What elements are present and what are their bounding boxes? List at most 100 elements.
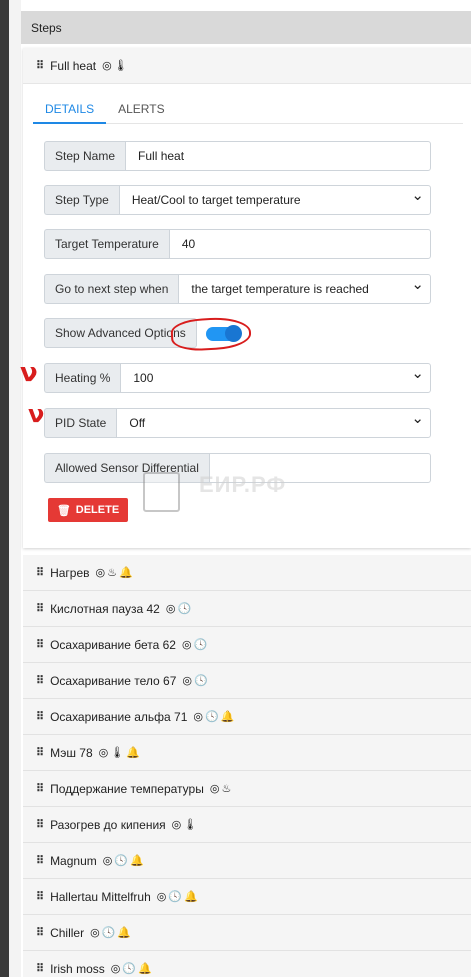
step-title: Осахаривание тело 67 bbox=[50, 673, 177, 688]
target-temperature-label: Target Temperature bbox=[44, 229, 169, 259]
step-list-item[interactable]: ⠿ Поддержание температуры ◎ ♨ bbox=[23, 771, 471, 807]
clock-icon: 🕓 bbox=[114, 855, 129, 867]
target-temperature-row: Target Temperature 40 bbox=[44, 229, 431, 259]
step-list-item[interactable]: ⠿ Chiller ◎ 🕓 🔔 bbox=[23, 915, 471, 951]
flame-icon: ♨ bbox=[221, 783, 232, 795]
step-title: Hallertau Mittelfruh bbox=[50, 889, 151, 904]
drag-handle-icon[interactable]: ⠿ bbox=[36, 890, 44, 903]
next-step-row: Go to next step when the target temperat… bbox=[44, 274, 431, 304]
target-icon: ◎ bbox=[102, 60, 112, 72]
bell-icon: 🔔 bbox=[117, 927, 132, 939]
clock-icon: 🕓 bbox=[193, 639, 208, 651]
step-tabs: DETAILS ALERTS bbox=[33, 98, 463, 124]
pid-state-label: PID State bbox=[44, 408, 117, 438]
step-type-row: Step Type Heat/Cool to target temperatur… bbox=[44, 185, 431, 215]
target-icon: ◎ bbox=[209, 783, 220, 795]
bell-icon: 🔔 bbox=[220, 711, 235, 723]
drag-handle-icon[interactable]: ⠿ bbox=[36, 674, 44, 687]
flame-icon: ♨ bbox=[107, 567, 117, 579]
step-title: Chiller bbox=[50, 925, 85, 940]
heating-label: Heating % bbox=[44, 363, 121, 393]
target-temperature-input[interactable]: 40 bbox=[168, 229, 431, 259]
step-title: Magnum bbox=[50, 853, 97, 868]
drag-handle-icon[interactable]: ⠿ bbox=[36, 782, 44, 795]
thermometer-icon: 🌡 bbox=[113, 60, 128, 72]
watermark: ЕИР.РФ bbox=[143, 466, 353, 518]
step-list-item[interactable]: ⠿ Осахаривание тело 67 ◎ 🕓 bbox=[23, 663, 471, 699]
target-icon: ◎ bbox=[110, 963, 121, 975]
annotation-check-mark: ν bbox=[20, 358, 38, 388]
thermometer-icon: 🌡 bbox=[110, 747, 125, 759]
step-title: Осахаривание бета 62 bbox=[50, 637, 176, 652]
clock-icon: 🕓 bbox=[168, 891, 183, 903]
drag-handle-icon[interactable]: ⠿ bbox=[36, 710, 44, 723]
step-name-label: Step Name bbox=[44, 141, 126, 171]
next-step-select[interactable]: the target temperature is reached bbox=[178, 274, 431, 304]
delete-label: DELETE bbox=[75, 504, 120, 516]
app-sidebar-edge bbox=[0, 0, 9, 977]
clock-icon: 🕓 bbox=[177, 603, 192, 615]
watermark-mug-icon bbox=[143, 472, 180, 512]
clock-icon: 🕓 bbox=[101, 927, 116, 939]
drag-handle-icon[interactable]: ⠿ bbox=[36, 638, 44, 651]
bell-icon: 🔔 bbox=[119, 567, 133, 579]
step-title: Осахаривание альфа 71 bbox=[50, 709, 188, 724]
target-icon: ◎ bbox=[98, 747, 109, 759]
bell-icon: 🔔 bbox=[130, 855, 144, 867]
step-list-item[interactable]: ⠿ Кислотная пауза 42 ◎ 🕓 bbox=[23, 591, 471, 627]
watermark-text: ЕИР.РФ bbox=[199, 472, 287, 497]
drag-handle-icon[interactable]: ⠿ bbox=[36, 854, 44, 867]
target-icon: ◎ bbox=[171, 819, 182, 831]
step-list-item[interactable]: ⠿ Мэш 78 ◎ 🌡 🔔 bbox=[23, 735, 471, 771]
clock-icon: 🕓 bbox=[193, 675, 208, 687]
bell-icon: 🔔 bbox=[126, 747, 140, 759]
target-icon: ◎ bbox=[102, 855, 113, 867]
clock-icon: 🕓 bbox=[122, 963, 137, 975]
drag-handle-icon[interactable]: ⠿ bbox=[36, 746, 44, 759]
step-list-item[interactable]: ⠿ Осахаривание бета 62 ◎ 🕓 bbox=[23, 627, 471, 663]
step-name-row: Step Name Full heat bbox=[44, 141, 431, 171]
step-list-item[interactable]: ⠿ Hallertau Mittelfruh ◎ 🕓 🔔 bbox=[23, 879, 471, 915]
tab-details[interactable]: DETAILS bbox=[33, 98, 107, 124]
drag-handle-icon[interactable]: ⠿ bbox=[36, 818, 44, 831]
pid-state-row: PID State Off bbox=[44, 408, 431, 438]
pid-state-select[interactable]: Off bbox=[116, 408, 431, 438]
step-title: Поддержание температуры bbox=[50, 781, 204, 796]
target-icon: ◎ bbox=[95, 567, 106, 579]
drag-handle-icon[interactable]: ⠿ bbox=[36, 602, 44, 615]
step-list-item[interactable]: ⠿ Irish moss ◎ 🕓 🔔 bbox=[23, 951, 471, 977]
thermometer-icon: 🌡 bbox=[183, 819, 198, 831]
delete-button[interactable]: 🗑 DELETE bbox=[48, 498, 128, 522]
step-list-item[interactable]: ⠿ Нагрев ◎ ♨ 🔔 bbox=[23, 555, 471, 591]
step-title: Full heat bbox=[50, 58, 97, 73]
step-name-input[interactable]: Full heat bbox=[125, 141, 431, 171]
target-icon: ◎ bbox=[193, 711, 204, 723]
step-type-select[interactable]: Heat/Cool to target temperature bbox=[118, 185, 431, 215]
step-list-item[interactable]: ⠿ Разогрев до кипения ◎ 🌡 bbox=[23, 807, 471, 843]
target-icon: ◎ bbox=[90, 927, 100, 939]
sidebar-gutter bbox=[9, 0, 21, 977]
target-icon: ◎ bbox=[156, 891, 167, 903]
step-title: Нагрев bbox=[50, 565, 90, 580]
drag-handle-icon[interactable]: ⠿ bbox=[36, 962, 44, 975]
step-list-item[interactable]: ⠿ Осахаривание альфа 71 ◎ 🕓 🔔 bbox=[23, 699, 471, 735]
active-step-card: ⠿ Full heat ◎ 🌡 DETAILS ALERTS Step Name… bbox=[23, 48, 471, 548]
drag-handle-icon[interactable]: ⠿ bbox=[36, 59, 44, 72]
heating-select[interactable]: 100 bbox=[120, 363, 431, 393]
drag-handle-icon[interactable]: ⠿ bbox=[36, 926, 44, 939]
step-title: Irish moss bbox=[50, 961, 105, 976]
step-title: Разогрев до кипения bbox=[50, 817, 166, 832]
annotation-check-mark: ν bbox=[28, 400, 45, 428]
clock-icon: 🕓 bbox=[205, 711, 219, 723]
step-header[interactable]: ⠿ Full heat ◎ 🌡 bbox=[23, 48, 471, 84]
target-icon: ◎ bbox=[182, 675, 192, 687]
target-icon: ◎ bbox=[181, 639, 192, 651]
trash-icon: 🗑 bbox=[56, 504, 71, 517]
drag-handle-icon[interactable]: ⠿ bbox=[36, 566, 44, 579]
target-icon: ◎ bbox=[165, 603, 176, 615]
heating-row: Heating % 100 bbox=[44, 363, 431, 393]
tab-alerts[interactable]: ALERTS bbox=[106, 98, 176, 124]
bell-icon: 🔔 bbox=[184, 891, 198, 903]
next-step-label: Go to next step when bbox=[44, 274, 179, 304]
step-list-item[interactable]: ⠿ Magnum ◎ 🕓 🔔 bbox=[23, 843, 471, 879]
